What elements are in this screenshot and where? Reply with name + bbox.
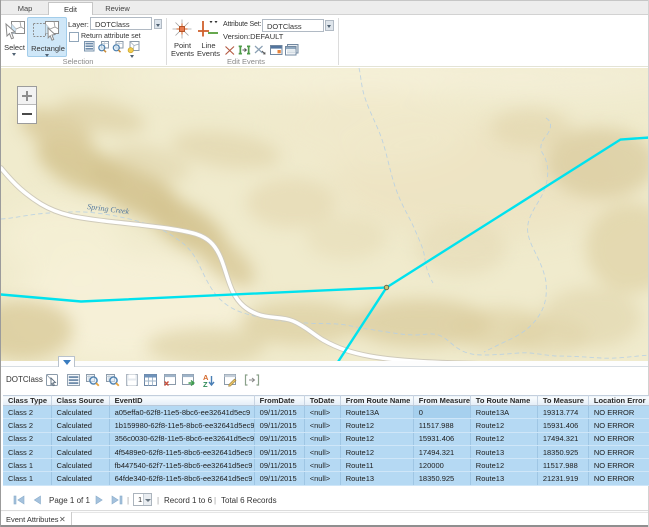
svg-text:Z: Z	[203, 380, 208, 388]
